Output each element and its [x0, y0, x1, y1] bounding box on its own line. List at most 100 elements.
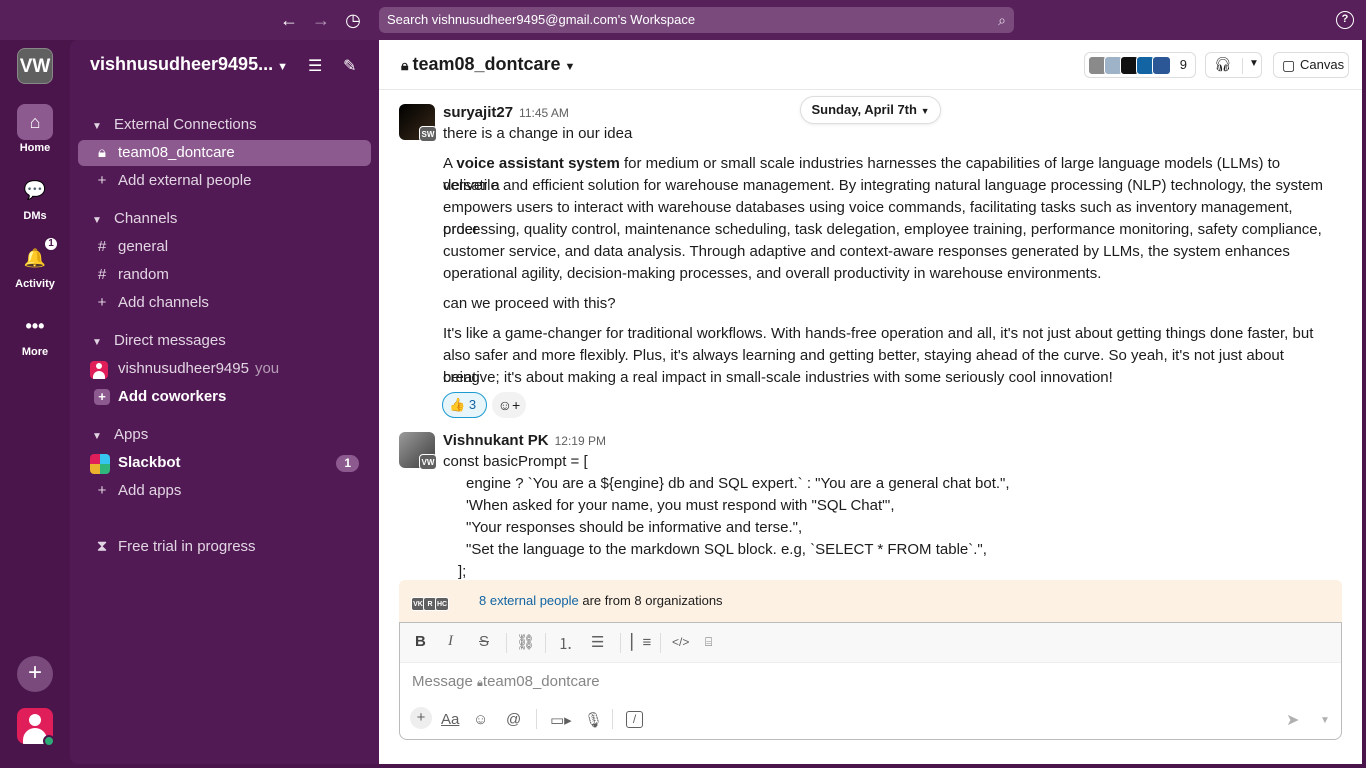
forward-arrow-icon[interactable]: → [309, 8, 333, 32]
sidebar-item-add-coworkers[interactable]: + Add coworkers [78, 384, 371, 410]
message-time[interactable]: 11:45 AM [519, 106, 569, 120]
code-icon[interactable]: </> [672, 635, 689, 649]
sidebar-item-slackbot[interactable]: Slackbot 1 [78, 450, 371, 476]
bullet-list-icon[interactable]: ☰ [591, 633, 604, 651]
link-icon[interactable]: ⛓︎ [516, 633, 535, 651]
member-count: 9 [1179, 57, 1187, 72]
search-bar[interactable]: Search vishnusudheer9495@gmail.com's Wor… [379, 7, 1014, 33]
message-paragraph-line: operational agility, decision-making pro… [443, 265, 1102, 282]
toolbar-divider [536, 709, 537, 729]
avatar[interactable]: VW [399, 432, 437, 470]
home-icon: ⌂ [17, 104, 53, 140]
sidebar-item-label: Add coworkers [118, 388, 227, 405]
sidebar-item-label: team08_dontcare [118, 144, 235, 161]
caret-down-icon: ▼ [92, 215, 102, 226]
lock-icon: 🔒︎ [98, 144, 106, 161]
code-line: "Set the language to the markdown SQL bl… [466, 541, 987, 558]
chevron-down-icon[interactable]: ▼ [1242, 58, 1259, 74]
message-text: there is a change in our idea [443, 125, 633, 142]
external-avatars: VK R HC [411, 594, 449, 611]
you-label: you [254, 360, 280, 377]
add-button[interactable]: + [17, 656, 53, 692]
workspace-logo[interactable]: VW [17, 48, 53, 84]
mention-icon[interactable]: @ [506, 711, 521, 728]
dms-icon: 💬 [23, 180, 47, 200]
org-badge: VW [419, 454, 437, 470]
sidebar-item-add-channels[interactable]: + Add channels [78, 290, 371, 316]
rail-activity[interactable]: 🔔 1 Activity [0, 236, 70, 290]
message-input[interactable]: Message 🔒︎team08_dontcare [412, 673, 600, 690]
microphone-icon[interactable]: 🎙︎ [584, 711, 603, 729]
code-block-icon[interactable]: ⌸ [705, 635, 712, 650]
sidebar-item-team08[interactable]: 🔒︎ team08_dontcare [78, 140, 371, 166]
sidebar-item-random[interactable]: # random [78, 262, 371, 288]
italic-icon[interactable]: I [448, 633, 453, 650]
strikethrough-icon[interactable]: S [479, 633, 489, 650]
message-paragraph-line: processing, quality control, maintenance… [443, 221, 1322, 238]
sidebar-item-dm-self[interactable]: vishnusudheer9495 you [78, 356, 371, 382]
author-name[interactable]: suryajit27 [443, 104, 513, 121]
rail-dms[interactable]: 💬 DMs [0, 172, 70, 222]
author-name[interactable]: Vishnukant PK [443, 432, 549, 449]
chevron-down-icon[interactable]: ▼ [1320, 715, 1330, 726]
canvas-button[interactable]: ▢ Canvas [1273, 52, 1349, 78]
channel-title[interactable]: 🔒︎ team08_dontcare ▼ [401, 54, 575, 75]
compose-icon[interactable]: ✎ [343, 56, 356, 76]
online-status-dot [43, 735, 55, 747]
toolbar-divider [612, 709, 613, 729]
plus-icon: + [94, 384, 110, 410]
activity-badge: 1 [43, 236, 59, 252]
section-dms[interactable]: ▼ Direct messages [92, 332, 226, 349]
external-people-link[interactable]: 8 external people [479, 593, 579, 608]
video-icon[interactable]: ▭▸ [550, 711, 572, 729]
sidebar-item-label: Free trial in progress [118, 538, 256, 555]
message-paragraph-line: It's like a game-changer for traditional… [443, 325, 1314, 342]
emoji-icon[interactable]: ☺ [473, 711, 488, 728]
sidebar: vishnusudheer9495... ▼ ☰ ✎ ▼ External Conn… [70, 40, 379, 764]
reaction-thumbsup[interactable]: 👍 3 [442, 392, 487, 418]
caret-down-icon: ▼ [92, 121, 102, 132]
toolbar-divider [545, 633, 546, 653]
section-channels[interactable]: ▼ Channels [92, 210, 177, 227]
banner-rest-text: are from 8 organizations [582, 593, 723, 608]
headphones-icon: 🎧︎ [1214, 56, 1232, 72]
sidebar-item-free-trial[interactable]: ⧗ Free trial in progress [78, 534, 371, 560]
message-time[interactable]: 12:19 PM [555, 434, 606, 448]
message-author[interactable]: suryajit27 11:45 AM [443, 104, 569, 121]
date-label: Sunday, April 7th [811, 102, 917, 117]
plus-icon[interactable]: + [410, 707, 432, 729]
rail-more[interactable]: ••• More [0, 308, 70, 358]
sidebar-item-add-external[interactable]: + Add external people [78, 168, 371, 194]
hourglass-icon: ⧗ [96, 538, 108, 555]
message-author[interactable]: Vishnukant PK 12:19 PM [443, 432, 606, 449]
section-external[interactable]: ▼ External Connections [92, 116, 257, 133]
slash-command-icon[interactable]: / [626, 711, 643, 728]
sidebar-item-label: general [118, 238, 169, 255]
section-apps[interactable]: ▼ Apps [92, 426, 148, 443]
main-panel: 🔒︎ team08_dontcare ▼ 9 🎧︎ ▼ ▢ Canvas Sunda… [379, 40, 1362, 764]
plus-icon: + [97, 172, 107, 189]
help-icon[interactable]: ? [1336, 11, 1354, 29]
sidebar-item-general[interactable]: # general [78, 234, 371, 260]
toolbar-divider [506, 633, 507, 653]
history-clock-icon[interactable]: ◷ [341, 8, 365, 32]
ordered-list-icon[interactable]: ⒈ [558, 633, 573, 654]
avatar[interactable]: SW [399, 104, 437, 142]
member-list-button[interactable]: 9 [1084, 52, 1196, 78]
filter-icon[interactable]: ☰ [308, 56, 322, 76]
huddle-button[interactable]: 🎧︎ ▼ [1205, 52, 1262, 78]
rail-dms-label: DMs [23, 210, 47, 222]
back-arrow-icon[interactable]: ← [277, 8, 301, 32]
date-divider[interactable]: Sunday, April 7th ▼ [800, 96, 941, 124]
workspace-name[interactable]: vishnusudheer9495... ▼ [90, 54, 288, 75]
send-icon[interactable]: ➤ [1286, 710, 1299, 730]
add-reaction-icon[interactable]: ☺+ [492, 392, 526, 418]
channel-title-label: team08_dontcare [412, 54, 561, 74]
rail-home[interactable]: ⌂ Home [0, 104, 70, 154]
sidebar-item-add-apps[interactable]: + Add apps [78, 478, 371, 504]
reaction-count: 3 [468, 397, 477, 412]
code-line: const basicPrompt = [ [443, 453, 588, 470]
blockquote-icon[interactable]: ▏≡ [631, 633, 651, 651]
text-format-icon[interactable]: Aa [441, 711, 459, 728]
bold-icon[interactable]: B [415, 633, 426, 650]
